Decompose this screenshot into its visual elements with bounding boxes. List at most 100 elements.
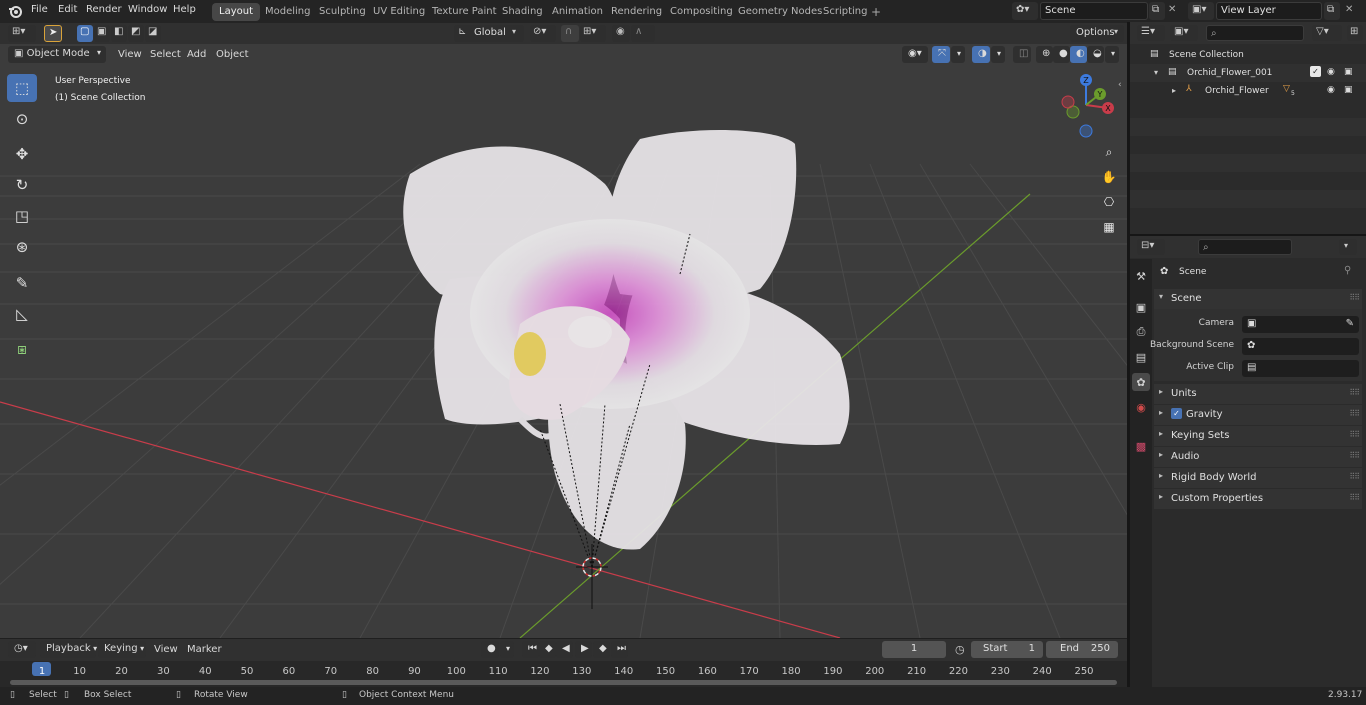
keying-set-dropdown[interactable]: ▾ [500,641,514,658]
view-layer-selector-button[interactable]: ▣▾ [1188,2,1214,20]
tool-select-box[interactable]: ⬚ [7,74,37,102]
start-frame-field[interactable]: Start 1 [971,641,1043,658]
drag-handle-icon[interactable]: ⠿⠿ [1349,430,1360,439]
panel-custom-properties[interactable]: ▸ Custom Properties ⠿⠿ [1154,489,1362,509]
background-scene-field[interactable]: ✿ [1242,338,1359,355]
drag-handle-icon[interactable]: ⠿⠿ [1349,293,1360,302]
proportional-edit-toggle[interactable]: ◉ [612,25,630,42]
playback-menu[interactable]: Playback ▾ [40,641,97,658]
outliner-search-input[interactable]: ⌕ [1206,25,1304,41]
tab-texture-paint[interactable]: Texture Paint [425,3,504,21]
tab-tool[interactable]: ⚒ [1132,267,1150,285]
object-mode-dropdown[interactable]: ▣ Object Mode ▾ [8,46,106,63]
panel-scene-header[interactable]: ▾ Scene ⠿⠿ [1154,289,1362,309]
eye-icon[interactable]: ◉ [1327,67,1335,77]
snap-toggle[interactable]: ∩ [561,25,579,42]
jump-end-button[interactable]: ⏭ [611,641,628,658]
outliner-row-collection[interactable]: ▾ ▤ Orchid_Flower_001 ✓ ◉ ▣ [1130,64,1366,82]
camera-view-button[interactable]: ⎔ [1098,191,1120,213]
current-frame-field[interactable]: 1 [882,641,946,658]
add-workspace-icon[interactable]: + [871,5,881,19]
editor-type-button[interactable]: ⊞▾ [8,25,36,42]
menu-edit[interactable]: Edit [58,4,77,15]
tool-scale[interactable]: ◳ [7,202,37,230]
scene-name-field[interactable]: Scene [1040,2,1148,20]
preview-range-icon[interactable]: ◷ [955,643,965,656]
panel-audio[interactable]: ▸ Audio ⠿⠿ [1154,447,1362,467]
tool-annotate[interactable]: ✎ [7,269,37,297]
timeline-editor-type[interactable]: ◷▾ [8,641,36,658]
shading-rendered-button[interactable]: ◒ [1087,46,1104,63]
gizmo-dropdown[interactable]: ▾ [951,46,965,63]
tool-transform[interactable]: ⊛ [7,233,37,261]
properties-options-dropdown[interactable]: ▾ [1339,239,1357,255]
tab-uv-editing[interactable]: UV Editing [366,3,432,21]
tab-rendering[interactable]: Rendering [604,3,669,21]
camera-render-icon[interactable]: ▣ [1344,67,1353,77]
display-mode-dropdown[interactable]: ▣▾ [1170,25,1198,41]
pan-view-button[interactable]: ✋ [1098,166,1120,188]
shading-wireframe-button[interactable]: ⊕ [1036,46,1053,63]
expand-arrow-icon[interactable]: ▾ [1154,68,1158,77]
snap-target-dropdown[interactable]: ⊞▾ [580,25,606,42]
tab-sculpting[interactable]: Sculpting [312,3,373,21]
jump-start-button[interactable]: ⏮ [522,641,539,658]
eyedropper-icon[interactable]: ✎ [1346,318,1354,329]
tool-rotate[interactable]: ↻ [7,171,37,199]
end-frame-field[interactable]: End 250 [1046,641,1118,658]
play-reverse-button[interactable]: ◀ [556,641,573,658]
close-scene-icon[interactable]: ✕ [1168,4,1176,15]
active-clip-field[interactable]: ▤ [1242,360,1359,377]
3d-viewport[interactable]: Z X Y [0,44,1127,638]
drag-handle-icon[interactable]: ⠿⠿ [1349,451,1360,460]
menu-window[interactable]: Window [128,4,167,15]
drag-handle-icon[interactable]: ⠿⠿ [1349,472,1360,481]
view-layer-field[interactable]: View Layer [1216,2,1322,20]
panel-gravity[interactable]: ▸ ✓ Gravity ⠿⠿ [1154,405,1362,425]
keying-menu[interactable]: Keying ▾ [98,641,146,658]
properties-editor-type[interactable]: ⊟▾ [1137,239,1165,255]
viewport-menu-view[interactable]: View [118,49,142,60]
drag-handle-icon[interactable]: ⠿⠿ [1349,388,1360,397]
outliner-filter-button[interactable]: ▽▾ [1312,25,1342,41]
menu-file[interactable]: File [31,4,48,15]
menu-render[interactable]: Render [86,4,122,15]
zoom-view-button[interactable]: ⌕ [1098,141,1120,163]
outliner-editor-type[interactable]: ☰▾ [1137,25,1165,41]
visibility-dropdown[interactable]: ◉▾ [902,46,928,63]
prev-keyframe-button[interactable]: ◆ [539,641,556,658]
tab-render[interactable]: ▣ [1132,298,1150,316]
perspective-toggle-button[interactable]: ▦ [1098,216,1120,238]
tab-layout[interactable]: Layout [212,3,260,21]
xray-toggle[interactable]: ◫ [1013,46,1031,63]
drag-handle-icon[interactable]: ⠿⠿ [1349,409,1360,418]
gravity-checkbox[interactable]: ✓ [1171,408,1182,419]
shading-material-button[interactable]: ◐ [1070,46,1087,63]
close-view-layer-icon[interactable]: ✕ [1345,4,1353,15]
auto-keying-toggle[interactable]: ● [481,641,499,658]
tool-move[interactable]: ✥ [7,140,37,168]
tool-measure[interactable]: ◺ [7,300,37,328]
timeline-scrollbar[interactable] [10,680,1117,685]
panel-units[interactable]: ▸ Units ⠿⠿ [1154,384,1362,404]
viewport-menu-add[interactable]: Add [187,49,206,60]
tab-geometry-nodes[interactable]: Geometry Nodes [731,3,829,21]
falloff-dropdown[interactable]: ∧ [631,25,655,42]
outliner-row-scene-collection[interactable]: ▤ Scene Collection [1130,46,1366,64]
scene-selector-button[interactable]: ✿▾ [1012,2,1038,20]
viewport-menu-object[interactable]: Object [216,49,249,60]
tab-modeling[interactable]: Modeling [258,3,318,21]
select-mode-intersect-button[interactable]: ◪ [145,25,161,42]
properties-search-input[interactable]: ⌕ [1198,239,1292,255]
overlays-dropdown[interactable]: ▾ [991,46,1005,63]
select-mode-subtract-button[interactable]: ◧ [111,25,127,42]
viewport-menu-select[interactable]: Select [150,49,181,60]
area-divider[interactable] [1130,234,1366,236]
timeline-menu-marker[interactable]: Marker [187,644,222,655]
new-view-layer-button[interactable]: ⧉ [1324,2,1340,20]
tab-animation[interactable]: Animation [545,3,610,21]
sidebar-collapse-icon[interactable]: ‹ [1118,80,1122,90]
pivot-point-dropdown[interactable]: ⊘▾ [530,25,556,42]
timeline-menu-view[interactable]: View [154,644,178,655]
select-mode-new-button[interactable]: ▢ [77,25,93,42]
